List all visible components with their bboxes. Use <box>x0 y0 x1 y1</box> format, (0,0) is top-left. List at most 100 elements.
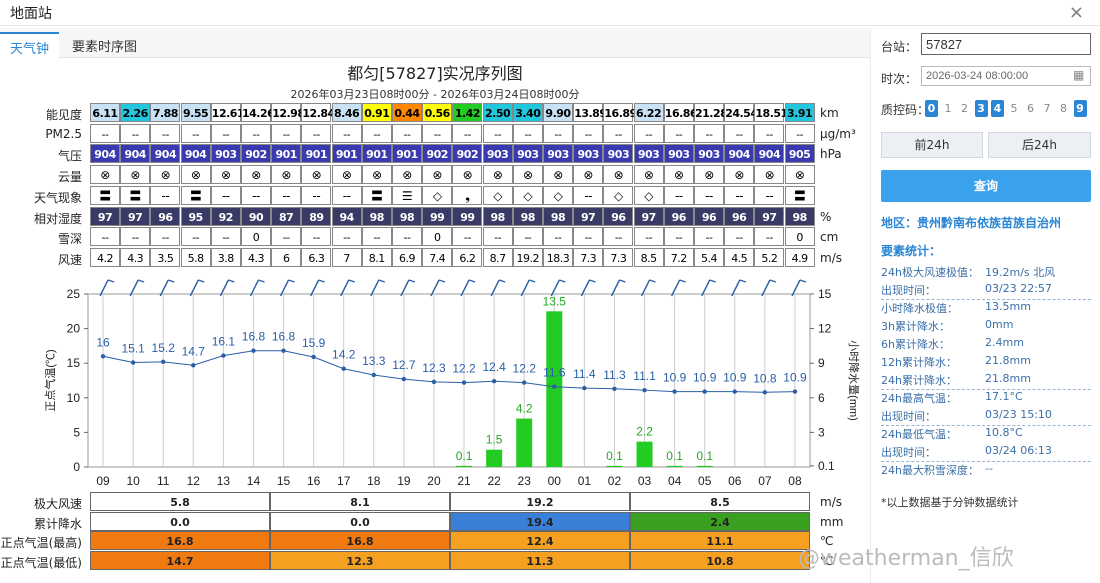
qc-code[interactable]: 9 <box>1073 100 1087 117</box>
x-tick-label: 06 <box>728 474 742 488</box>
grid-cell: -- <box>331 185 362 205</box>
x-tick-label: 21 <box>457 474 471 488</box>
wind-barb-icon <box>198 279 205 283</box>
grid-cell: 903 <box>210 144 241 164</box>
temperature-label: 11.1 <box>633 369 656 383</box>
x-tick-label: 11 <box>157 474 170 488</box>
stats-note: *以上数据基于分钟数据统计 <box>881 496 1019 509</box>
grid-cell: ⊗ <box>422 165 453 185</box>
grid-cell: 4.9 <box>784 247 815 267</box>
qc-code[interactable]: 1 <box>942 100 955 117</box>
grid-cell: 901 <box>392 144 422 164</box>
grid-cell: ⊗ <box>633 165 664 185</box>
stat-row: 24h最高气温： 17.1°C <box>881 390 1091 408</box>
qc-code[interactable]: 4 <box>991 100 1004 117</box>
grid-cell: 1.42 <box>452 103 483 122</box>
grid-cell: 4.2 <box>90 247 120 267</box>
qc-code[interactable]: 7 <box>1041 100 1054 117</box>
precip-label: 0.1 <box>456 449 473 463</box>
tab-weather-clock[interactable]: 天气钟 <box>0 32 60 58</box>
grid-cell: -- <box>241 123 271 143</box>
qc-code[interactable]: 0 <box>925 100 938 117</box>
temperature-label: 10.9 <box>693 371 717 385</box>
grid-cell: 8.5 <box>633 247 664 267</box>
temperature-label: 10.9 <box>663 371 687 385</box>
grid-cell: 8.7 <box>482 247 513 267</box>
summary-cell: 19.2 <box>450 492 630 511</box>
tab-bar: 天气钟 要素时序图 <box>0 28 870 58</box>
qc-code[interactable]: 2 <box>958 100 971 117</box>
grid-cell: 6.9 <box>392 247 422 267</box>
grid-cell: -- <box>663 227 694 247</box>
close-icon[interactable]: × <box>1069 2 1084 23</box>
row-label: 相对湿度 <box>33 211 82 226</box>
x-tick-label: 05 <box>698 474 712 488</box>
summary-cell: 2.4 <box>630 511 810 531</box>
precip-bar <box>546 311 563 467</box>
grid-cell: 6.3 <box>301 247 332 267</box>
precip-bar <box>486 449 503 467</box>
tab-time-series[interactable]: 要素时序图 <box>62 32 147 58</box>
next-24h-button[interactable]: 后24h <box>988 132 1091 158</box>
qc-code[interactable]: 6 <box>1024 100 1037 117</box>
grid-cell: -- <box>784 123 815 143</box>
temperature-label: 16.8 <box>272 330 296 344</box>
x-tick-label: 04 <box>668 474 682 488</box>
grid-cell: 901 <box>301 144 332 164</box>
prev-24h-button[interactable]: 前24h <box>881 132 983 158</box>
row-label: 天气现象 <box>33 190 82 205</box>
grid-cell: ◇ <box>543 185 573 205</box>
grid-cell: 12.98 <box>271 103 305 122</box>
grid-cell: -- <box>361 227 392 247</box>
summary-label: 正点气温(最低) <box>0 555 82 570</box>
stat-key: 出现时间： <box>881 446 936 459</box>
precip-label: 1.5 <box>486 433 503 447</box>
x-tick-label: 10 <box>126 474 140 488</box>
x-tick-label: 12 <box>187 474 201 488</box>
grid-cell: -- <box>301 185 332 205</box>
stat-value: 13.5mm <box>985 300 1031 313</box>
grid-cell: 21.28 <box>694 103 728 122</box>
qc-code[interactable]: 8 <box>1057 100 1070 117</box>
query-button[interactable]: 查询 <box>881 170 1091 202</box>
wind-barb-icon <box>228 279 235 283</box>
grid-cell: 19.2 <box>512 247 543 267</box>
wind-barb-icon <box>799 279 807 283</box>
grid-cell: -- <box>452 123 483 143</box>
stat-value: 21.8mm <box>985 372 1031 385</box>
grid-cell: -- <box>331 123 362 143</box>
x-tick-label: 18 <box>367 474 381 488</box>
grid-cell: -- <box>512 123 543 143</box>
grid-cell: -- <box>180 123 211 143</box>
temperature-point <box>672 389 677 394</box>
row-label: 雪深 <box>57 232 82 247</box>
grid-cell: 90 <box>241 206 271 226</box>
wind-barb-icon <box>408 279 416 283</box>
grid-cell: 0.56 <box>422 103 453 122</box>
stat-row: 出现时间： 03/23 15:10 <box>881 408 1091 426</box>
qc-code[interactable]: 3 <box>974 100 988 117</box>
summary-cell: 16.8 <box>90 531 270 550</box>
temperature-point <box>130 360 136 365</box>
grid-cell: 95 <box>180 206 211 226</box>
qc-code[interactable]: 5 <box>1008 100 1021 117</box>
stat-row: 小时降水极值： 13.5mm <box>881 300 1091 318</box>
grid-cell: 96 <box>663 206 694 226</box>
time-input[interactable] <box>921 66 1091 86</box>
temperature-label: 16 <box>96 335 110 349</box>
wind-barb-icon <box>739 279 747 283</box>
grid-cell: 905 <box>784 144 815 164</box>
temperature-point <box>100 354 106 359</box>
calendar-icon[interactable]: ▦ <box>1073 68 1084 82</box>
grid-cell: -- <box>754 227 785 247</box>
grid-cell: -- <box>120 227 151 247</box>
grid-cell: ⊗ <box>784 165 815 185</box>
grid-cell: ⊗ <box>120 165 151 185</box>
temperature-precip-chart: 05101520250.13691215正点气温(℃) 小时降水量(mm)09 10… <box>43 279 861 488</box>
stat-value: 2.4mm <box>985 336 1024 349</box>
wind-barb-icon <box>288 279 295 283</box>
stat-row: 24h累计降水： 21.8mm <box>881 372 1091 390</box>
stat-row: 24h最大积雪深度： -- <box>881 462 1091 480</box>
station-input[interactable] <box>921 33 1091 55</box>
row-unit: cm <box>820 230 839 245</box>
